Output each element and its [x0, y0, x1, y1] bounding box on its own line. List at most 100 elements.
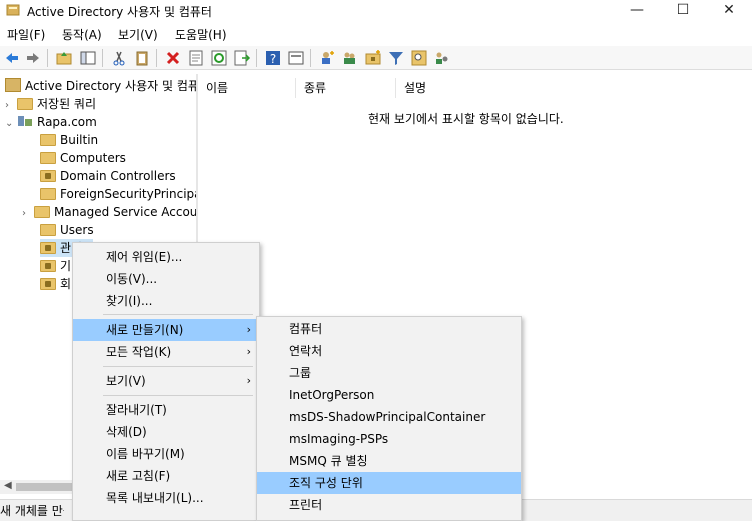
submenu-item-group[interactable]: 그룹 [257, 362, 521, 384]
folder-icon [40, 152, 56, 164]
menu-item-all-tasks[interactable]: 모든 작업(K) › [73, 341, 259, 363]
new-ou-icon[interactable] [364, 49, 382, 67]
tree-item-label: Managed Service Accou [54, 205, 196, 219]
menu-help[interactable]: 도움말(H) [175, 26, 227, 43]
tree-item-label: Users [60, 223, 94, 237]
show-hide-tree-icon[interactable] [79, 49, 97, 67]
folder-icon [40, 188, 56, 200]
empty-list-message: 현재 보기에서 표시할 항목이 없습니다. [368, 112, 564, 126]
up-folder-icon[interactable] [55, 49, 73, 67]
menu-item-all-tasks-label: 모든 작업(K) [106, 345, 172, 359]
tree-root[interactable]: Active Directory 사용자 및 컴퓨 [5, 77, 196, 95]
maximize-button[interactable]: ☐ [660, 0, 706, 22]
menu-action[interactable]: 동작(A) [62, 26, 102, 43]
menu-item-export-list[interactable]: 목록 내보내기(L)... [73, 487, 259, 509]
column-header-description[interactable]: 설명 [396, 78, 516, 98]
tree-item-managed-service[interactable]: › Managed Service Accou [22, 203, 196, 221]
menu-item-rename[interactable]: 이름 바꾸기(M) [73, 443, 259, 465]
ad-console-icon [6, 4, 20, 16]
folder-icon [40, 224, 56, 236]
menu-item-delete[interactable]: 삭제(D) [73, 421, 259, 443]
window-title: Active Directory 사용자 및 컴퓨터 [27, 5, 212, 19]
tree-item-computers[interactable]: Computers [40, 149, 126, 167]
svg-text:?: ? [270, 52, 276, 66]
menu-item-cut[interactable]: 잘라내기(T) [73, 399, 259, 421]
new-submenu: 컴퓨터 연락처 그룹 InetOrgPerson msDS-ShadowPrin… [256, 316, 522, 521]
submenu-item-computer[interactable]: 컴퓨터 [257, 318, 521, 340]
ou-folder-icon [40, 170, 56, 182]
add-to-group-icon[interactable] [433, 49, 451, 67]
tree-item-label: 기 [60, 259, 72, 273]
submenu-item-printer[interactable]: 프린터 [257, 494, 521, 516]
domain-icon [17, 114, 33, 128]
menu-item-view[interactable]: 보기(V) › [73, 370, 259, 392]
ou-folder-icon [40, 260, 56, 272]
delete-icon[interactable] [164, 49, 182, 67]
export-list-icon[interactable] [233, 49, 251, 67]
refresh-icon[interactable] [210, 49, 228, 67]
console-view-icon[interactable] [287, 49, 305, 67]
menu-item-delegate-control[interactable]: 제어 위임(E)... [73, 246, 259, 268]
filter-icon[interactable] [387, 49, 405, 67]
folder-icon [40, 134, 56, 146]
forward-icon[interactable] [24, 49, 42, 67]
menu-item-refresh[interactable]: 새로 고침(F) [73, 465, 259, 487]
tree-item-label: Rapa.com [37, 115, 97, 129]
folder-icon [34, 206, 50, 218]
submenu-item-msds-shadow[interactable]: msDS-ShadowPrincipalContainer [257, 406, 521, 428]
menu-view[interactable]: 보기(V) [118, 26, 158, 43]
tree-item-foreign-security[interactable]: ForeignSecurityPrincipal [40, 185, 196, 203]
submenu-arrow-icon: › [246, 345, 251, 358]
submenu-item-msmq-alias[interactable]: MSMQ 큐 별칭 [257, 450, 521, 472]
chevron-right-icon[interactable]: › [22, 205, 34, 223]
column-header-name[interactable]: 이름 [198, 78, 296, 98]
find-icon[interactable] [410, 49, 428, 67]
tree-item-users[interactable]: Users [40, 221, 94, 239]
menu-item-new-label: 새로 만들기(N) [106, 323, 184, 337]
submenu-item-inetorgperson[interactable]: InetOrgPerson [257, 384, 521, 406]
ou-folder-icon [40, 242, 56, 254]
help-icon[interactable]: ? [264, 49, 282, 67]
properties-icon[interactable] [187, 49, 205, 67]
ou-folder-icon [40, 278, 56, 290]
toolbar: ? [0, 46, 752, 70]
tree-item-ou-3[interactable]: 회 [40, 275, 71, 293]
folder-icon [17, 98, 33, 110]
minimize-button[interactable]: — [614, 0, 660, 22]
tree-item-label: ForeignSecurityPrincipal [60, 187, 196, 201]
column-header-type[interactable]: 종류 [296, 78, 396, 98]
context-menu: 제어 위임(E)... 이동(V)... 찾기(I)... 새로 만들기(N) … [72, 242, 260, 521]
paste-icon[interactable] [133, 49, 151, 67]
new-group-icon[interactable] [341, 49, 359, 67]
menu-bar: 파일(F) 동작(A) 보기(V) 도움말(H) [0, 22, 752, 44]
menu-item-move[interactable]: 이동(V)... [73, 268, 259, 290]
tree-root-label: Active Directory 사용자 및 컴퓨 [25, 79, 196, 93]
tree-item-label: Computers [60, 151, 126, 165]
scroll-left-icon[interactable]: ◀ [4, 480, 12, 491]
back-icon[interactable] [3, 49, 21, 67]
menu-item-find[interactable]: 찾기(I)... [73, 290, 259, 312]
tree-item-ou-2[interactable]: 기 [40, 257, 71, 275]
status-text: 새 개체를 만듭니다. [0, 504, 64, 518]
new-user-icon[interactable] [318, 49, 336, 67]
menu-item-new[interactable]: 새로 만들기(N) › [73, 319, 259, 341]
tree-item-label: Domain Controllers [60, 169, 176, 183]
menu-item-view-label: 보기(V) [106, 374, 146, 388]
ad-root-icon [5, 78, 21, 92]
menu-file[interactable]: 파일(F) [7, 26, 45, 43]
tree-item-domain-controllers[interactable]: Domain Controllers [40, 167, 176, 185]
submenu-arrow-icon: › [246, 374, 251, 387]
tree-item-label: 저장된 쿼리 [37, 97, 97, 111]
tree-item-builtin[interactable]: Builtin [40, 131, 98, 149]
close-button[interactable]: ✕ [706, 0, 752, 22]
title-bar: Active Directory 사용자 및 컴퓨터 — ☐ ✕ [0, 0, 752, 22]
submenu-item-contact[interactable]: 연락처 [257, 340, 521, 362]
tree-item-label: Builtin [60, 133, 99, 147]
chevron-down-icon[interactable]: ⌄ [5, 115, 17, 133]
submenu-item-organizational-unit[interactable]: 조직 구성 단위 [257, 472, 521, 494]
tree-saved-queries[interactable]: › 저장된 쿼리 [5, 95, 96, 113]
tree-domain[interactable]: ⌄ Rapa.com [5, 113, 97, 131]
tree-item-label: 회 [60, 277, 72, 291]
cut-icon[interactable] [110, 49, 128, 67]
submenu-item-msimaging[interactable]: msImaging-PSPs [257, 428, 521, 450]
